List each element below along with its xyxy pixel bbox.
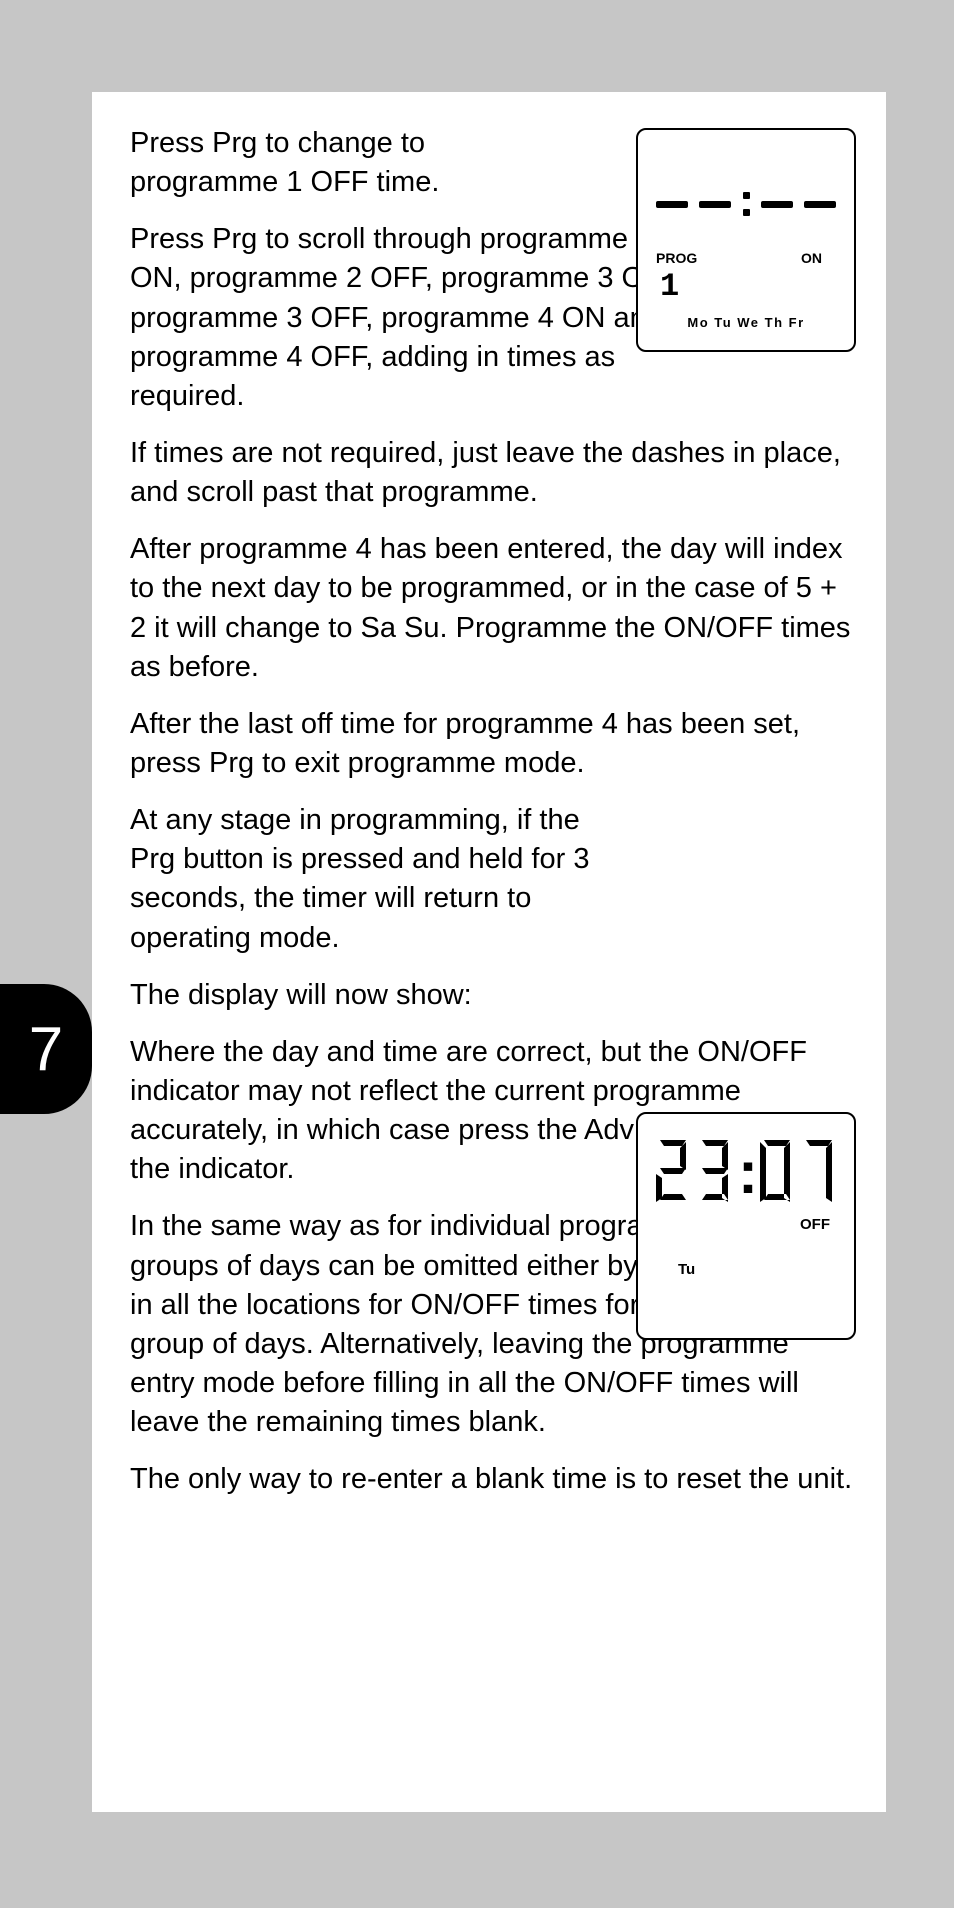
colon-icon: : xyxy=(738,1143,754,1203)
digit-7-icon xyxy=(800,1138,838,1208)
digit-0-icon xyxy=(758,1138,796,1208)
on-label: ON xyxy=(801,250,822,266)
dash-icon xyxy=(656,201,688,208)
prog-label: PROG xyxy=(656,250,697,266)
time-display: : xyxy=(648,1124,844,1208)
days-row: Mo Tu We Th Fr xyxy=(650,305,842,330)
dash-icon xyxy=(804,201,836,208)
paragraph: After programme 4 has been entered, the … xyxy=(130,530,856,687)
paragraph: Press Prg to scroll through programme 2 … xyxy=(130,220,710,416)
time-dashes xyxy=(650,154,842,216)
day-label: Tu xyxy=(648,1233,844,1278)
paragraph: At any stage in programming, if the Prg … xyxy=(130,801,600,958)
off-label: OFF xyxy=(648,1208,844,1233)
lcd-display-operating: : OFF Tu xyxy=(636,1112,856,1340)
prog-number: 1 xyxy=(650,266,842,305)
lcd-display-programming: PROG ON 1 Mo Tu We Th Fr xyxy=(636,128,856,352)
paragraph: The only way to re-enter a blank time is… xyxy=(130,1460,856,1499)
dash-icon xyxy=(761,201,793,208)
digit-2-icon xyxy=(654,1138,692,1208)
page-content: PROG ON 1 Mo Tu We Th Fr : OFF Tu Press … xyxy=(92,92,886,1812)
digit-3-icon xyxy=(696,1138,734,1208)
dash-icon xyxy=(699,201,731,208)
paragraph: The display will now show: xyxy=(130,976,600,1015)
paragraph: If times are not required, just leave th… xyxy=(130,434,856,512)
colon-icon xyxy=(743,192,750,216)
page-number-tab: 7 xyxy=(0,984,92,1114)
page-number: 7 xyxy=(29,1014,63,1085)
paragraph: Press Prg to change to programme 1 OFF t… xyxy=(130,124,530,202)
paragraph: After the last off time for programme 4 … xyxy=(130,705,856,783)
